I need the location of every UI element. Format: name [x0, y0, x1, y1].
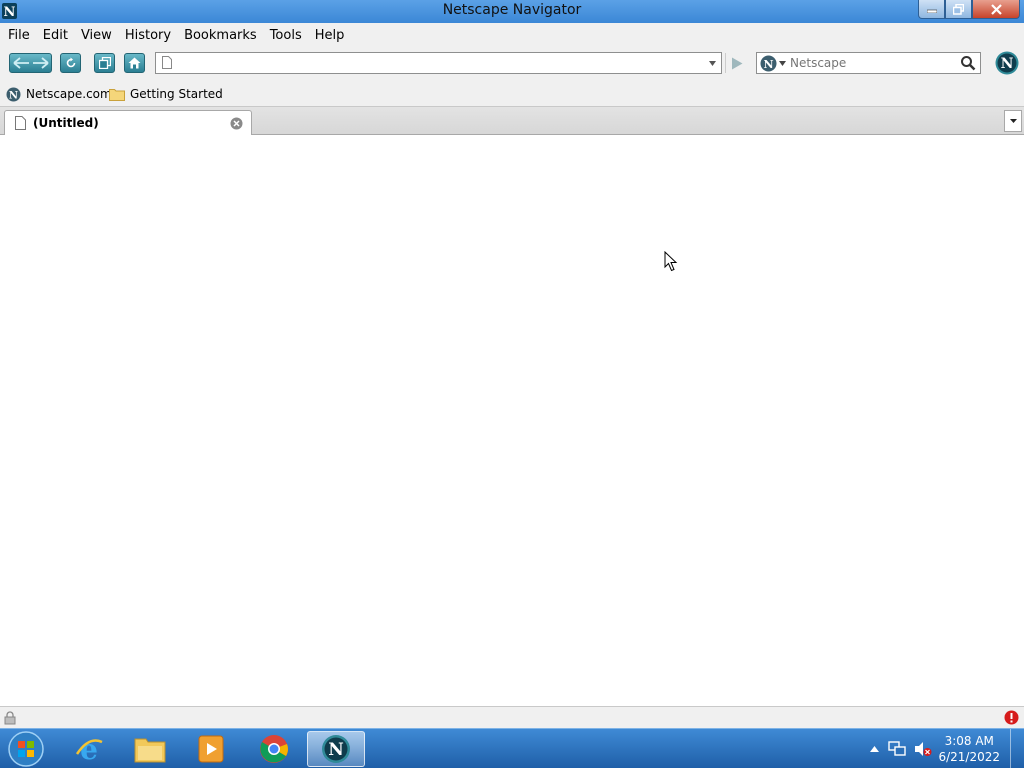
menu-file[interactable]: File: [3, 28, 35, 43]
svg-text:N: N: [763, 58, 773, 71]
netscape-engine-icon: N: [760, 55, 777, 72]
show-desktop-button[interactable]: [1010, 729, 1024, 768]
show-hidden-icons-icon[interactable]: [870, 746, 879, 752]
chevron-down-icon: [708, 60, 716, 66]
bookmarks-toolbar: N Netscape.com Getting Started: [0, 81, 1024, 107]
network-icon[interactable]: [888, 741, 906, 757]
volume-muted-icon[interactable]: [914, 741, 932, 757]
minimize-button[interactable]: [918, 0, 945, 19]
minimize-icon: [926, 9, 937, 13]
restore-icon: [953, 3, 964, 15]
taskbar-chrome[interactable]: [245, 731, 303, 767]
close-icon: [990, 3, 1002, 15]
page-icon: [15, 116, 26, 130]
chrome-icon: [260, 735, 288, 763]
menu-history[interactable]: History: [120, 28, 176, 43]
svg-text:e: e: [80, 734, 98, 764]
home-button[interactable]: [124, 53, 145, 73]
netscape-favicon-icon: N: [6, 87, 21, 101]
menu-bookmarks[interactable]: Bookmarks: [179, 28, 262, 43]
tab-untitled[interactable]: (Untitled): [4, 110, 252, 135]
media-player-icon: [198, 735, 224, 763]
tab-label: (Untitled): [33, 116, 99, 130]
search-icon[interactable]: [960, 55, 976, 71]
file-explorer-icon: [134, 738, 166, 763]
menu-edit[interactable]: Edit: [38, 28, 73, 43]
clock-date: 6/21/2022: [938, 750, 1000, 764]
taskbar-netscape[interactable]: N: [307, 731, 365, 767]
new-window-icon: [98, 57, 111, 69]
home-icon: [128, 57, 141, 69]
bookmark-folder-getting-started[interactable]: Getting Started: [109, 85, 223, 103]
go-button[interactable]: [725, 53, 747, 73]
start-orb-icon: [8, 731, 44, 767]
internet-explorer-icon: e: [75, 734, 103, 764]
title-bar: N Netscape Navigator: [0, 0, 1024, 23]
bookmark-label: Getting Started: [130, 87, 223, 101]
page-content[interactable]: [0, 136, 1024, 706]
restore-button[interactable]: [945, 0, 972, 19]
security-lock-icon[interactable]: [3, 711, 17, 725]
close-button[interactable]: [972, 0, 1020, 19]
address-bar[interactable]: [155, 52, 722, 74]
status-bar: [0, 706, 1024, 728]
tab-strip: (Untitled): [0, 107, 1024, 135]
search-box[interactable]: N: [756, 52, 981, 74]
system-clock[interactable]: 3:08 AM 6/21/2022: [938, 733, 1000, 765]
svg-text:N: N: [9, 90, 18, 101]
clock-time: 3:08 AM: [944, 734, 994, 748]
search-input[interactable]: [790, 55, 950, 71]
svg-text:N: N: [1001, 56, 1014, 72]
bookmark-label: Netscape.com: [26, 87, 112, 101]
url-history-dropdown[interactable]: [703, 53, 721, 73]
netscape-icon: N: [322, 735, 350, 763]
chevron-down-icon: [779, 61, 786, 66]
folder-icon: [109, 88, 125, 101]
start-button[interactable]: [6, 730, 46, 768]
new-window-button[interactable]: [94, 53, 115, 73]
close-tab-icon[interactable]: [230, 117, 243, 130]
list-all-tabs-button[interactable]: [1004, 110, 1022, 132]
bookmark-netscape-com[interactable]: N Netscape.com: [6, 85, 112, 103]
menu-help[interactable]: Help: [310, 28, 350, 43]
taskbar-media-player[interactable]: [182, 731, 240, 767]
chevron-down-icon: [1009, 119, 1017, 123]
back-forward-arrows-icon: [12, 57, 49, 69]
url-input[interactable]: [178, 55, 698, 71]
taskbar: e N 3:08 AM 6/21/2022: [0, 728, 1024, 768]
reload-button[interactable]: [60, 53, 81, 73]
reload-icon: [66, 57, 75, 68]
search-engine-selector[interactable]: N: [760, 55, 788, 72]
navigation-toolbar: N N: [0, 47, 1024, 81]
taskbar-internet-explorer[interactable]: e: [60, 731, 118, 767]
menu-tools[interactable]: Tools: [265, 28, 307, 43]
go-arrow-icon: [731, 57, 742, 69]
menu-bar: File Edit View History Bookmarks Tools H…: [0, 23, 1024, 47]
mouse-cursor-icon: [664, 251, 678, 272]
window-title: Netscape Navigator: [442, 2, 582, 18]
svg-text:N: N: [328, 740, 344, 760]
error-alert-icon[interactable]: [1004, 710, 1019, 725]
netscape-throbber-icon[interactable]: N: [995, 51, 1019, 75]
menu-view[interactable]: View: [76, 28, 117, 43]
back-forward-button[interactable]: [9, 53, 52, 73]
page-icon: [162, 56, 172, 69]
taskbar-file-explorer[interactable]: [121, 731, 179, 767]
